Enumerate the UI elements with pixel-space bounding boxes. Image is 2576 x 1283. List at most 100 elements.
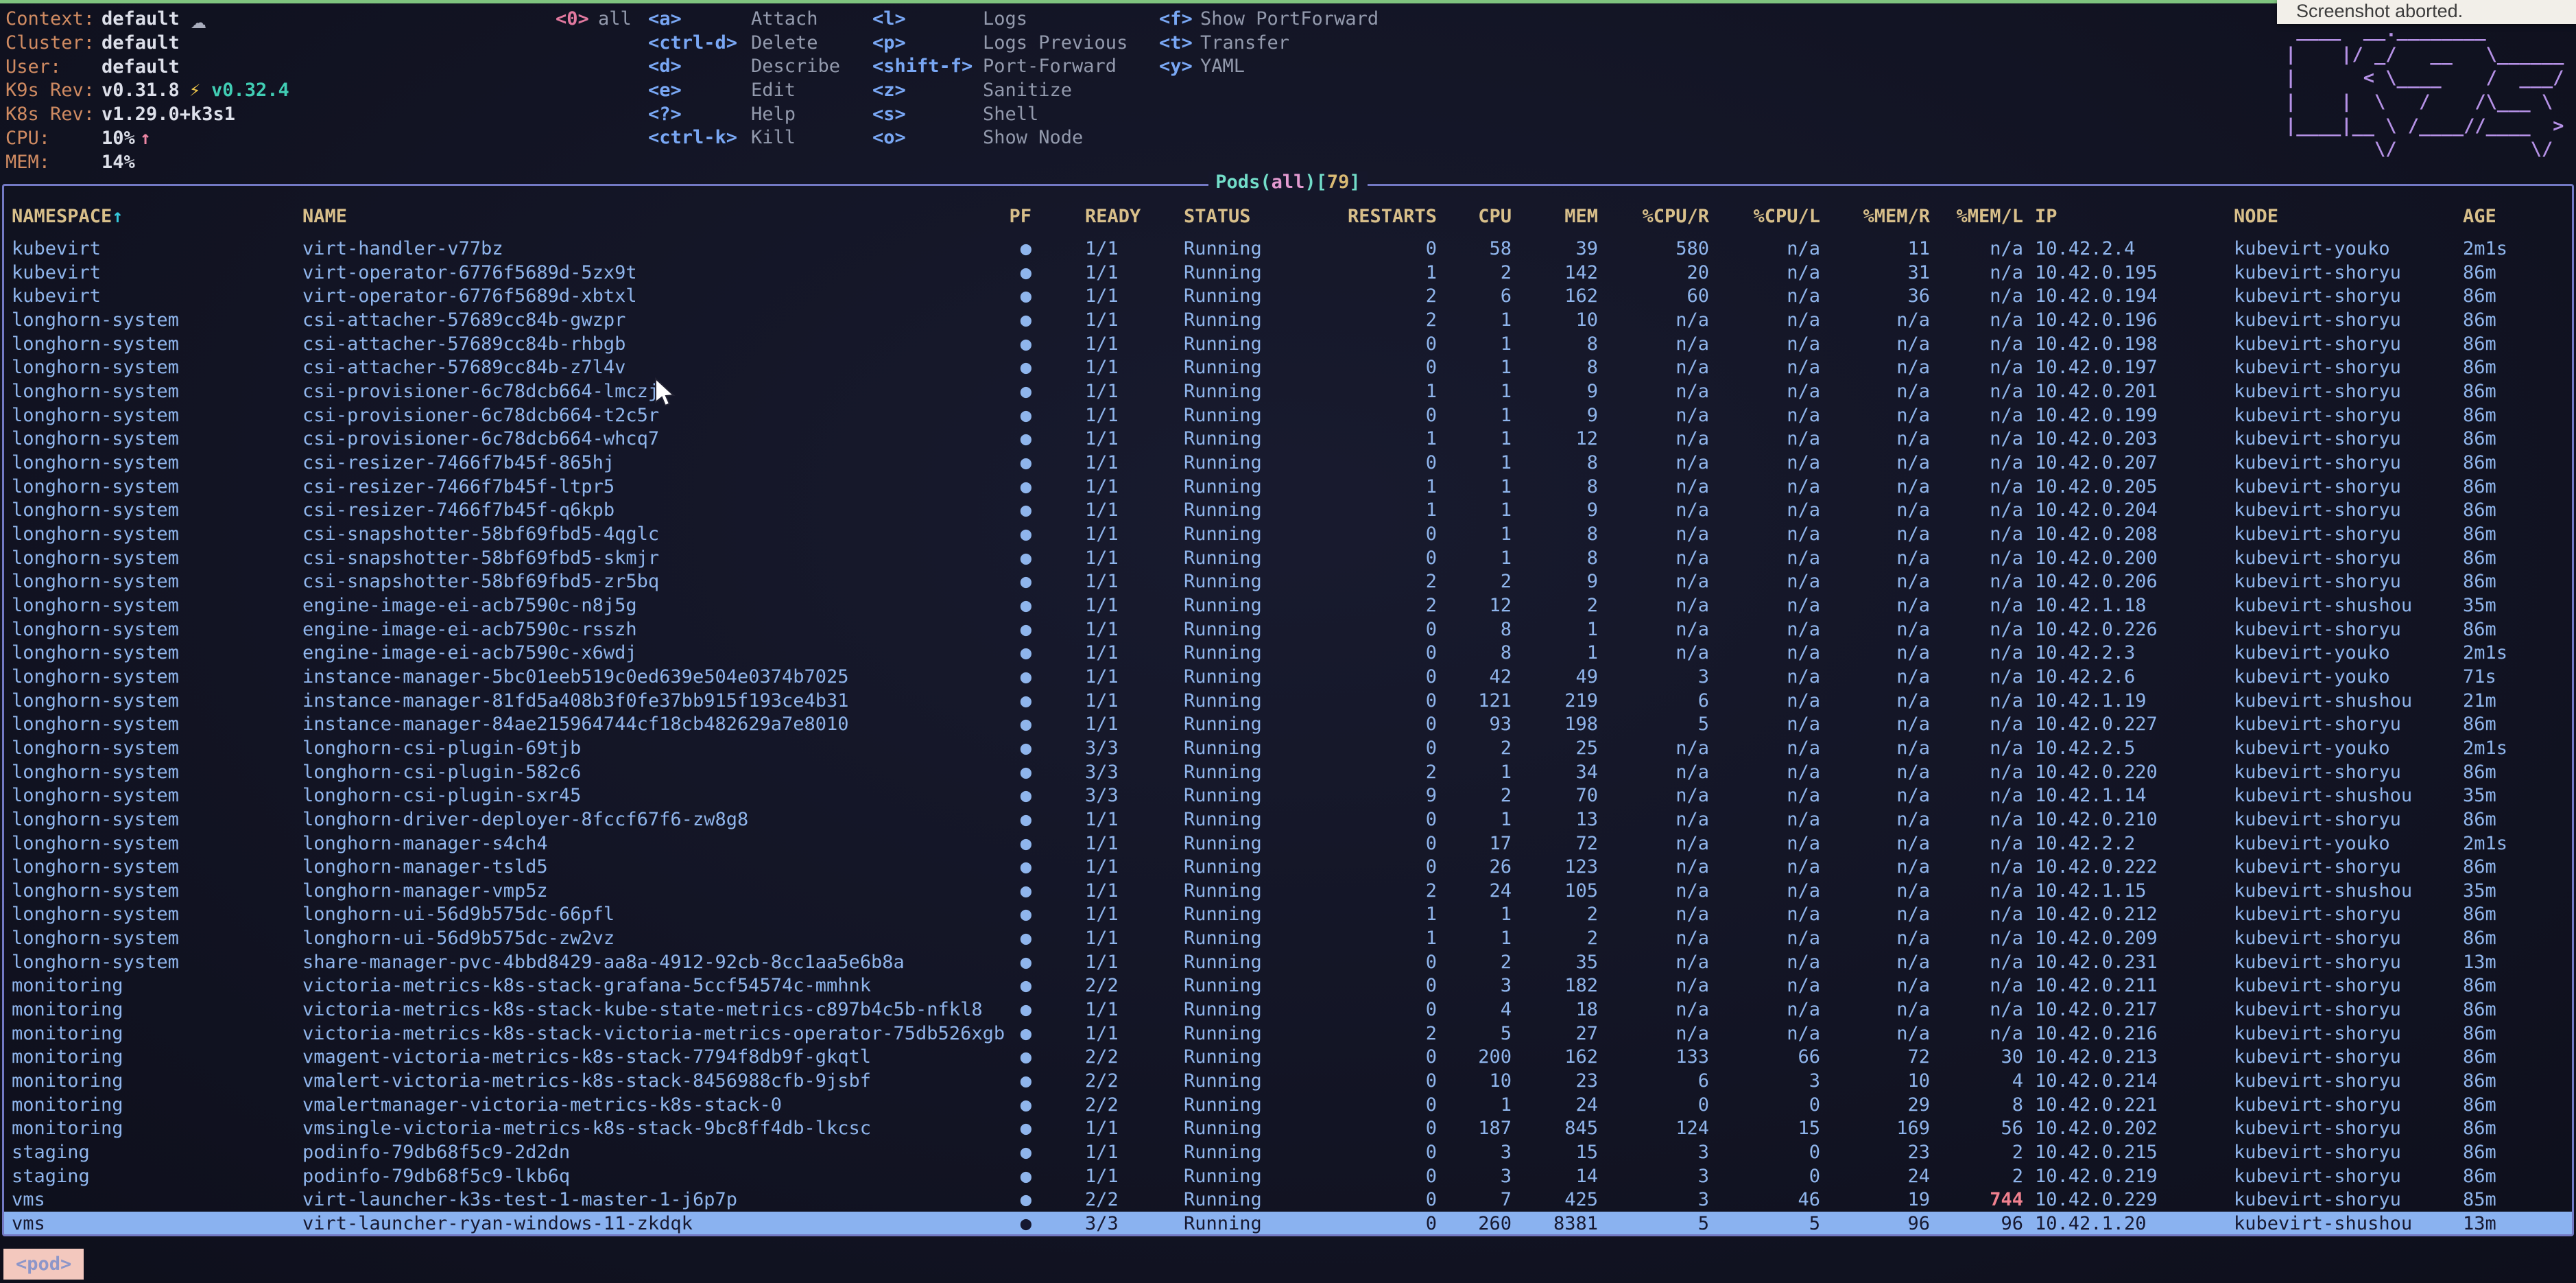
cell-cpu-l: n/a — [1717, 1022, 1820, 1046]
table-row[interactable]: monitoringvmagent-victoria-metrics-k8s-s… — [3, 1045, 2573, 1069]
table-row[interactable]: stagingpodinfo-79db68f5c9-2d2dn●1/1Runni… — [3, 1140, 2573, 1164]
cell-cpu-r: n/a — [1606, 593, 1709, 617]
table-row[interactable]: kubevirtvirt-operator-6776f5689d-xbtxl●1… — [3, 284, 2573, 308]
column-header-age[interactable]: AGE — [2463, 204, 2496, 228]
cell-mem: 2 — [1509, 902, 1598, 926]
column-header-namespace[interactable]: NAMESPACE↑ — [12, 204, 123, 228]
cell-age: 86m — [2463, 1045, 2496, 1069]
cell-namespace: longhorn-system — [12, 784, 179, 808]
cell-restarts: 0 — [1334, 689, 1437, 713]
table-row[interactable]: longhorn-systemcsi-attacher-57689cc84b-r… — [3, 332, 2573, 356]
table-row[interactable]: longhorn-systemlonghorn-csi-plugin-69tjb… — [3, 736, 2573, 760]
column-header-pf[interactable]: PF — [988, 204, 1031, 228]
hotkey-transfer[interactable]: <t>Transfer — [0, 31, 2576, 55]
cell-cpu-l: n/a — [1717, 974, 1820, 998]
table-row[interactable]: longhorn-systemcsi-attacher-57689cc84b-g… — [3, 308, 2573, 332]
cell-restarts: 0 — [1334, 355, 1437, 379]
table-row[interactable]: monitoringvictoria-metrics-k8s-stack-gra… — [3, 974, 2573, 998]
cell-restarts: 1 — [1334, 379, 1437, 403]
cell-mem-r: n/a — [1827, 355, 1930, 379]
table-row[interactable]: longhorn-systemengine-image-ei-acb7590c-… — [3, 617, 2573, 642]
cell-ready: 1/1 — [1085, 308, 1119, 332]
table-row[interactable]: longhorn-systemcsi-snapshotter-58bf69fbd… — [3, 546, 2573, 570]
table-row[interactable]: longhorn-systemcsi-provisioner-6c78dcb66… — [3, 427, 2573, 451]
cell-restarts: 0 — [1334, 1140, 1437, 1164]
cell-restarts: 0 — [1334, 617, 1437, 642]
cell-cpu-l: n/a — [1717, 284, 1820, 308]
column-header-ip[interactable]: IP — [2035, 204, 2058, 228]
table-row[interactable]: longhorn-systemlonghorn-csi-plugin-sxr45… — [3, 784, 2573, 808]
table-row[interactable]: monitoringvmalertmanager-victoria-metric… — [3, 1093, 2573, 1117]
table-row[interactable]: longhorn-systemlonghorn-manager-tsld5●1/… — [3, 855, 2573, 879]
hotkey-yaml[interactable]: <y>YAML — [0, 54, 2576, 78]
table-row[interactable]: longhorn-systemcsi-attacher-57689cc84b-z… — [3, 355, 2573, 379]
table-row[interactable]: longhorn-systemengine-image-ei-acb7590c-… — [3, 641, 2573, 665]
port-forward-dot-icon: ● — [988, 617, 1031, 642]
table-row[interactable]: monitoringvictoria-metrics-k8s-stack-kub… — [3, 998, 2573, 1022]
cell-status: Running — [1184, 1022, 1262, 1046]
table-row[interactable]: longhorn-systemcsi-provisioner-6c78dcb66… — [3, 379, 2573, 403]
cell-ip: 10.42.2.5 — [2035, 736, 2135, 760]
cell-restarts: 0 — [1334, 1093, 1437, 1117]
column-header-mem[interactable]: MEM — [1509, 204, 1598, 228]
table-row[interactable]: longhorn-systemcsi-resizer-7466f7b45f-lt… — [3, 475, 2573, 499]
cell-mem-l: n/a — [1920, 355, 2023, 379]
port-forward-dot-icon: ● — [988, 403, 1031, 427]
table-row[interactable]: longhorn-systemlonghorn-manager-s4ch4●1/… — [3, 832, 2573, 856]
table-row[interactable]: longhorn-systeminstance-manager-84ae2159… — [3, 712, 2573, 736]
table-row[interactable]: longhorn-systemcsi-provisioner-6c78dcb66… — [3, 403, 2573, 427]
column-header-mem-l[interactable]: %MEM/L — [1920, 204, 2023, 228]
table-row[interactable]: longhorn-systemlonghorn-ui-56d9b575dc-zw… — [3, 926, 2573, 950]
table-row[interactable]: longhorn-systemcsi-snapshotter-58bf69fbd… — [3, 569, 2573, 593]
table-row[interactable]: stagingpodinfo-79db68f5c9-lkb6q●1/1Runni… — [3, 1164, 2573, 1188]
table-row[interactable]: longhorn-systemcsi-resizer-7466f7b45f-86… — [3, 451, 2573, 475]
column-header-mem-r[interactable]: %MEM/R — [1827, 204, 1930, 228]
hotkey-shell[interactable]: <s>Shell — [0, 102, 2576, 126]
table-row[interactable]: longhorn-systemlonghorn-ui-56d9b575dc-66… — [3, 902, 2573, 926]
table-row[interactable]: kubevirtvirt-operator-6776f5689d-5zx9t●1… — [3, 261, 2573, 285]
port-forward-dot-icon: ● — [988, 808, 1031, 832]
table-row[interactable]: longhorn-systemshare-manager-pvc-4bbd842… — [3, 950, 2573, 974]
cell-cpu-r: 60 — [1606, 284, 1709, 308]
table-row[interactable]: monitoringvmsingle-victoria-metrics-k8s-… — [3, 1116, 2573, 1140]
hotkey-show-portforward[interactable]: <f>Show PortForward — [0, 7, 2576, 31]
table-row[interactable]: longhorn-systemcsi-snapshotter-58bf69fbd… — [3, 522, 2573, 546]
column-header-name[interactable]: NAME — [302, 204, 347, 228]
table-row[interactable]: longhorn-systeminstance-manager-5bc01eeb… — [3, 665, 2573, 689]
cell-ready: 1/1 — [1085, 832, 1119, 856]
column-header-cpu-r[interactable]: %CPU/R — [1606, 204, 1709, 228]
table-row[interactable]: vmsvirt-launcher-k3s-test-1-master-1-j6p… — [3, 1188, 2573, 1212]
column-header-status[interactable]: STATUS — [1184, 204, 1251, 228]
column-header-node[interactable]: NODE — [2234, 204, 2278, 228]
table-row[interactable]: monitoringvmalert-victoria-metrics-k8s-s… — [3, 1069, 2573, 1093]
table-row[interactable]: monitoringvictoria-metrics-k8s-stack-vic… — [3, 1022, 2573, 1046]
cell-namespace: longhorn-system — [12, 546, 179, 570]
table-row[interactable]: longhorn-systemengine-image-ei-acb7590c-… — [3, 593, 2573, 617]
table-row[interactable]: longhorn-systemcsi-resizer-7466f7b45f-q6… — [3, 498, 2573, 522]
hotkey-sanitize[interactable]: <z>Sanitize — [0, 78, 2576, 102]
column-header-cpu-l[interactable]: %CPU/L — [1717, 204, 1820, 228]
cell-mem-r: n/a — [1827, 902, 1930, 926]
cell-name: longhorn-ui-56d9b575dc-zw2vz — [302, 926, 615, 950]
cell-namespace: longhorn-system — [12, 332, 179, 356]
cell-node: kubevirt-youko — [2234, 736, 2390, 760]
column-header-restarts[interactable]: RESTARTS — [1334, 204, 1437, 228]
table-row[interactable]: vmsvirt-launcher-ryan-windows-11-zkdqk●3… — [3, 1212, 2573, 1236]
table-row[interactable]: kubevirtvirt-handler-v77bz●1/1Running058… — [3, 237, 2573, 261]
table-row[interactable]: longhorn-systemlonghorn-csi-plugin-582c6… — [3, 760, 2573, 784]
breadcrumb-pod[interactable]: <pod> — [3, 1249, 84, 1280]
cell-cpu-r: n/a — [1606, 332, 1709, 356]
column-header-cpu[interactable]: CPU — [1422, 204, 1512, 228]
column-header-ready[interactable]: READY — [1085, 204, 1141, 228]
hotkey-show-node[interactable]: <o>Show Node — [0, 126, 2576, 150]
hotkey-label: Show PortForward — [1200, 7, 1379, 31]
cell-name: virt-launcher-ryan-windows-11-zkdqk — [302, 1212, 693, 1236]
table-row[interactable]: longhorn-systeminstance-manager-81fd5a40… — [3, 689, 2573, 713]
table-row[interactable]: longhorn-systemlonghorn-manager-vmp5z●1/… — [3, 879, 2573, 903]
cell-cpu-l: n/a — [1717, 355, 1820, 379]
port-forward-dot-icon: ● — [988, 926, 1031, 950]
cell-ready: 1/1 — [1085, 284, 1119, 308]
table-row[interactable]: longhorn-systemlonghorn-driver-deployer-… — [3, 808, 2573, 832]
cell-cpu-l: n/a — [1717, 950, 1820, 974]
cell-namespace: monitoring — [12, 1116, 123, 1140]
